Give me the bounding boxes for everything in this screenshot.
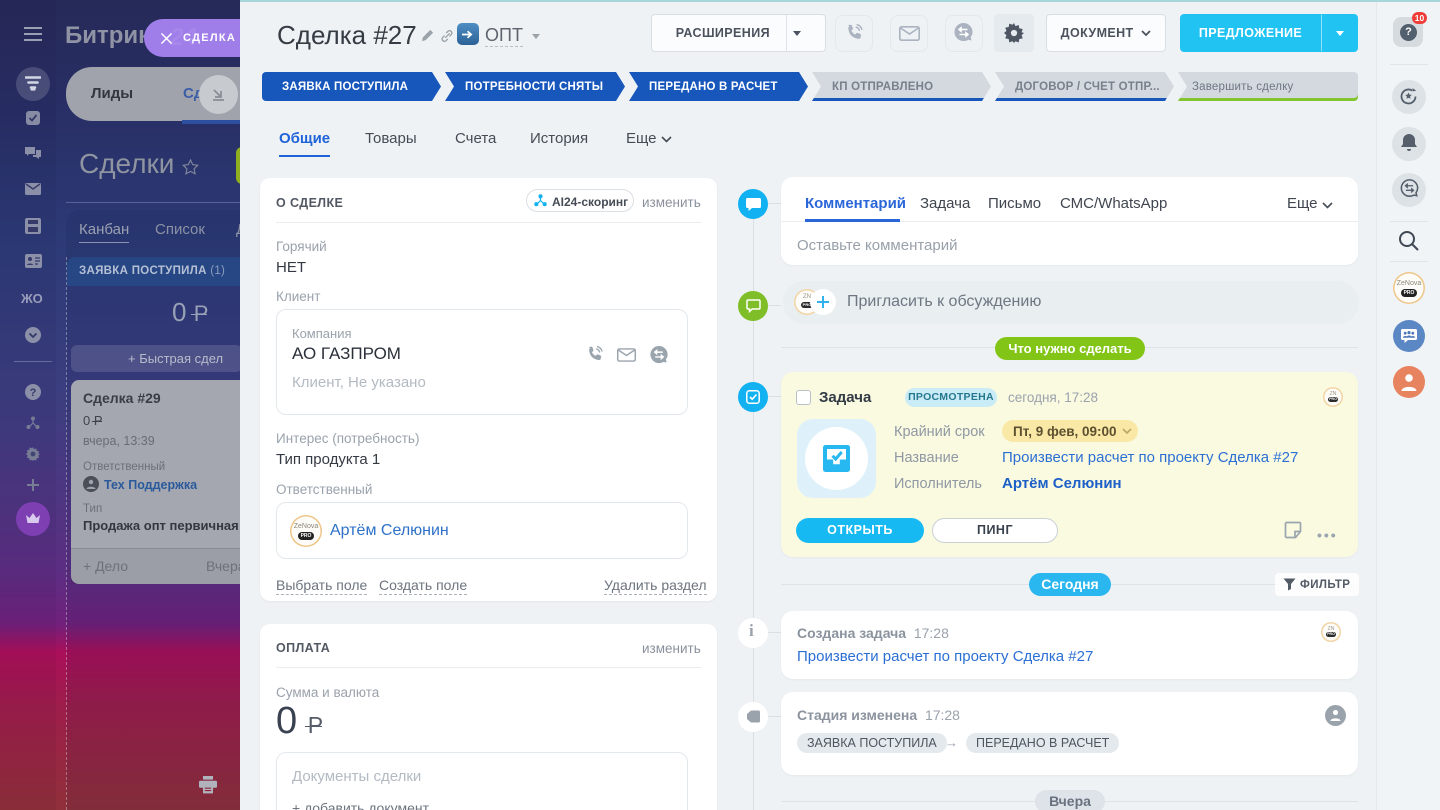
svg-text:?: ? [30, 387, 37, 399]
